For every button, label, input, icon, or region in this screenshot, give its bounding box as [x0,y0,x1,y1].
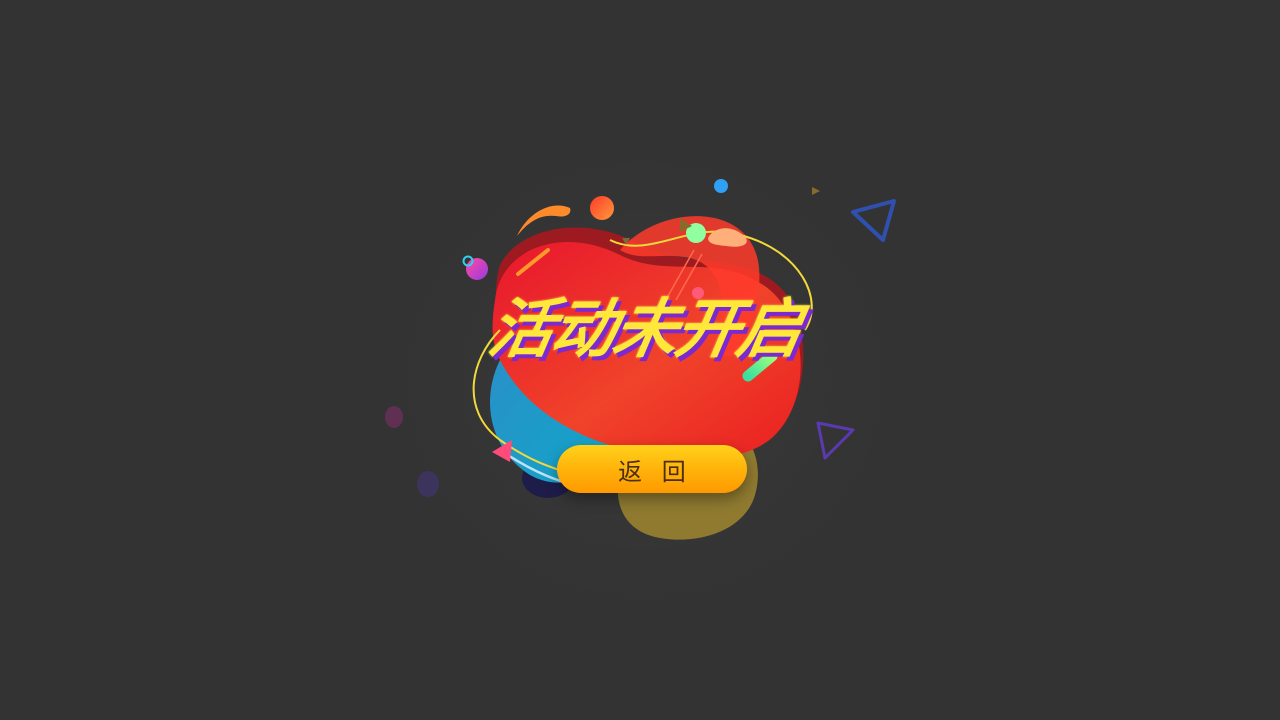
blue-dot [714,179,728,193]
back-button[interactable]: 返 回 [557,445,747,493]
back-button-label: 返 回 [618,457,692,486]
faded-pink-blob [385,406,403,428]
faded-purple-blob [417,471,439,497]
triangle-icon [812,187,820,195]
activity-not-started-page: 活动未开启 返 回 [0,0,1280,720]
page-title: 活动未开启 [483,293,807,367]
triangle-outline-icon [851,199,896,242]
orange-dot [590,196,614,220]
purple-sphere [466,258,488,280]
